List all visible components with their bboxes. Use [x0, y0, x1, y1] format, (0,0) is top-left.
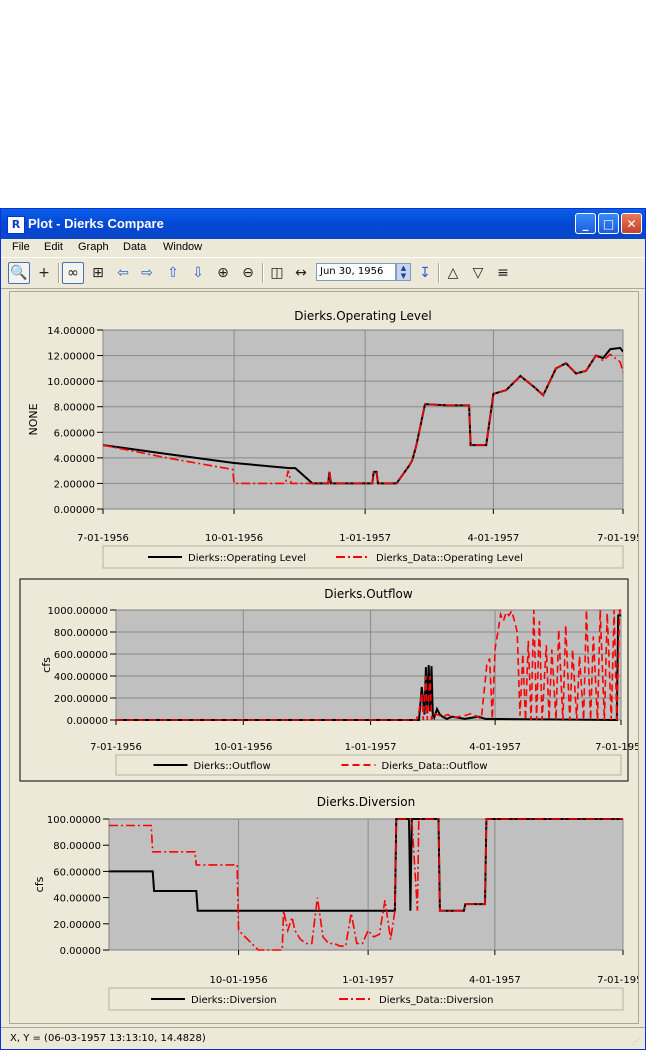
x-tick-label: 10-01-1956 [205, 533, 263, 544]
x-tick-label: 1-01-1957 [345, 742, 397, 753]
chart-1: Dierks.Operating Level 7-01-1956 10-01-195… [27, 309, 646, 569]
zoom-in-icon[interactable]: ⊕ [212, 262, 234, 284]
chart-title: Dierks.Outflow [324, 587, 413, 601]
chart-2: Dierks.Outflow 7-01-1956 10-01-1956 1-01-19… [19, 578, 646, 782]
plot-background [108, 818, 624, 951]
maximize-button[interactable]: □ [598, 213, 619, 234]
status-bar: X, Y = (06-03-1957 13:13:10, 14.4828) ⋰ [1, 1027, 645, 1050]
legend-label-2: Dierks_Data::Outflow [382, 761, 488, 772]
pan-left-icon[interactable]: ⇦ [112, 262, 134, 284]
close-button[interactable]: ✕ [621, 213, 642, 234]
x-tick-label: 7-01-1956 [77, 533, 129, 544]
x-tick-label: 1-01-1957 [339, 533, 391, 544]
x-tick-label: 7-01-1957 [597, 975, 638, 986]
x-tick-label: 10-01-1956 [214, 742, 272, 753]
app-icon: R [7, 216, 25, 234]
y-axis-label: cfs [33, 876, 46, 892]
x-tick-label: 7-01-1957 [597, 533, 638, 544]
x-tick-label: 1-01-1957 [342, 975, 394, 986]
y-tick-label: 6.00000 [54, 428, 95, 439]
y-tick-label: 100.00000 [47, 815, 101, 826]
menu-data[interactable]: Data [123, 241, 146, 253]
legend-label-2: Dierks_Data::Diversion [379, 995, 493, 1006]
link-icon[interactable]: ∞ [62, 262, 84, 284]
legend-label-2: Dierks_Data::Operating Level [376, 553, 523, 564]
menu-window[interactable]: Window [163, 241, 202, 253]
split-icon[interactable]: ◫ [266, 262, 288, 284]
y-tick-label: 0.00000 [67, 716, 108, 727]
date-go-icon[interactable]: ↧ [414, 262, 436, 284]
y-tick-label: 200.00000 [54, 694, 108, 705]
crosshair-icon[interactable]: + [33, 262, 55, 284]
y-tick-label: 8.00000 [54, 403, 95, 414]
y-tick-label: 4.00000 [54, 454, 95, 465]
resize-grip-icon[interactable]: ⋰ [632, 1037, 642, 1047]
y-tick-label: 1000.00000 [48, 606, 108, 617]
y-tick-label: 0.00000 [60, 946, 101, 957]
zoom-select-icon[interactable]: 🔍 [8, 262, 30, 284]
y-tick-label: 80.00000 [53, 841, 101, 852]
y-tick-label: 600.00000 [54, 650, 108, 661]
pan-down-icon[interactable]: ⇩ [187, 262, 209, 284]
pan-right-icon[interactable]: ⇨ [136, 262, 158, 284]
cursor-readout: X, Y = (06-03-1957 13:13:10, 14.4828) [10, 1033, 206, 1044]
legend: Dierks::Outflow Dierks_Data::Outflow [115, 754, 622, 776]
x-tick-label: 4-01-1957 [467, 533, 519, 544]
axis-fit-icon[interactable]: ⊞ [87, 262, 109, 284]
menu-edit[interactable]: Edit [44, 241, 63, 253]
legend: Dierks::Diversion Dierks_Data::Diversion [108, 987, 624, 1011]
chart-3: Dierks.Diversion 10-01-1956 1-01-1957 4-01-… [33, 795, 646, 1011]
pan-up-icon[interactable]: ⇧ [162, 262, 184, 284]
plot-list-icon[interactable]: ≡ [492, 262, 514, 284]
plot-up-icon[interactable]: △ [442, 262, 464, 284]
menu-file[interactable]: File [12, 241, 30, 253]
zoom-out-icon[interactable]: ⊖ [237, 262, 259, 284]
y-tick-label: 0.00000 [54, 505, 95, 516]
menu-bar: File Edit Graph Data Window [1, 239, 645, 257]
menu-graph[interactable]: Graph [78, 241, 109, 253]
y-tick-label: 14.00000 [47, 326, 95, 337]
x-tick-label: 7-01-1956 [90, 742, 142, 753]
x-tick-label: 4-01-1957 [469, 975, 521, 986]
y-tick-label: 20.00000 [53, 920, 101, 931]
chart-title: Dierks.Diversion [317, 795, 415, 809]
legend: Dierks::Operating Level Dierks_Data::Oper… [102, 545, 624, 569]
y-tick-label: 400.00000 [54, 672, 108, 683]
x-tick-label: 7-01-1957 [595, 742, 638, 753]
legend-label-1: Dierks::Operating Level [188, 553, 306, 564]
plot-area: Dierks.Operating Level 7-01-1956 10-01-195… [9, 291, 646, 1024]
plot-window: R Plot - Dierks Compare _ □ ✕ File Edit … [0, 208, 646, 1050]
y-tick-label: 2.00000 [54, 479, 95, 490]
y-tick-label: 10.00000 [47, 377, 95, 388]
legend-label-1: Dierks::Diversion [191, 995, 277, 1006]
title-bar[interactable]: R Plot - Dierks Compare _ □ ✕ [1, 209, 645, 239]
y-axis-label: cfs [40, 657, 53, 673]
y-tick-label: 12.00000 [47, 352, 95, 363]
y-axis-label: NONE [27, 403, 40, 435]
y-tick-label: 60.00000 [53, 867, 101, 878]
minimize-button[interactable]: _ [575, 213, 596, 234]
toolbar: 🔍 + ∞ ⊞ ⇦ ⇨ ⇧ ⇩ ⊕ ⊖ ◫ ↔ Jun 30, 1956 ▲ ▼ … [1, 257, 645, 289]
x-tick-label: 10-01-1956 [209, 975, 267, 986]
squeeze-icon[interactable]: ↔ [290, 262, 312, 284]
legend-label-1: Dierks::Outflow [194, 761, 271, 772]
date-spinner[interactable]: ▲ ▼ [396, 263, 411, 281]
plot-down-icon[interactable]: ▽ [467, 262, 489, 284]
chart-title: Dierks.Operating Level [294, 309, 431, 323]
date-input[interactable]: Jun 30, 1956 [316, 263, 396, 281]
window-title: Plot - Dierks Compare [28, 216, 164, 231]
legend-box [108, 987, 624, 1011]
plot-background [102, 329, 624, 510]
x-tick-label: 4-01-1957 [469, 742, 521, 753]
y-tick-label: 800.00000 [54, 628, 108, 639]
charts-svg: Dierks.Operating Level 7-01-1956 10-01-195… [19, 309, 646, 1011]
y-tick-label: 40.00000 [53, 894, 101, 905]
